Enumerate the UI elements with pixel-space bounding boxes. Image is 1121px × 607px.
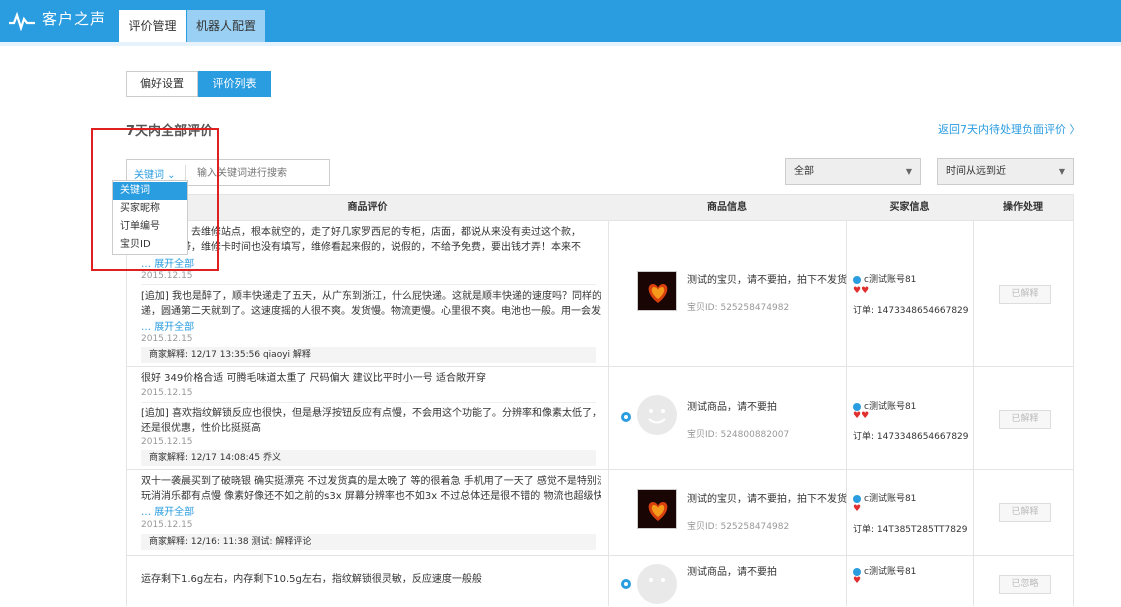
dropdown-item-keyword[interactable]: 关键词 (113, 182, 187, 200)
app-title: 客户之声 (42, 10, 107, 28)
subtab-review-list[interactable]: 评价列表 (198, 71, 271, 97)
product-name[interactable]: 测试的宝贝，请不要拍，拍下不发货 (687, 271, 847, 286)
review-text: 很好 349价格合适 可腾毛味道太重了 尺码偏大 建议比平时小一号 适合敞开穿 (141, 373, 486, 384)
wangwang-icon (853, 275, 861, 284)
tab-robot-config[interactable]: 机器人配置 (187, 10, 265, 42)
table-row: 运存剩下1.6g左右，内存剩下10.5g左右，指纹解锁很灵敏，反应速度一般般 测… (126, 556, 1074, 606)
column-divider (973, 367, 974, 469)
expand-all-link[interactable]: … 展开全部 (141, 318, 194, 333)
column-divider (608, 367, 609, 469)
review-text: 玩消消乐都有点慢 像素好像还不如之前的s3x 屏幕分辨率也不如3x 不过总体还是… (141, 491, 601, 502)
column-divider (608, 470, 609, 555)
followup-date: 2015.12.15 (141, 437, 193, 447)
followup-text: 还是很优惠，性价比挺挺高 (141, 423, 261, 434)
logo-icon (9, 11, 35, 31)
search-input[interactable] (197, 165, 325, 181)
column-divider (973, 221, 974, 366)
select-radio[interactable] (621, 579, 631, 589)
table-header: 商品评价 商品信息 买家信息 操作处理 (126, 194, 1074, 221)
keyword-type-dropdown: 关键词 买家昵称 订单编号 宝贝ID (112, 180, 188, 255)
return-negative-reviews-link[interactable]: 返回7天内待处理负面评价 〉 (938, 121, 1081, 137)
order-number: 订单: 1473348654667829 (853, 432, 969, 442)
review-text: 运存剩下1.6g左右，内存剩下10.5g左右，指纹解锁很灵敏，反应速度一般般 (141, 574, 482, 585)
column-divider (846, 556, 847, 606)
column-divider (608, 221, 609, 366)
column-divider (846, 221, 847, 366)
action-button[interactable]: 已忽略 (999, 575, 1051, 594)
column-divider (846, 367, 847, 469)
product-thumbnail[interactable] (637, 271, 677, 311)
dropdown-item-order-number[interactable]: 订单编号 (113, 218, 187, 236)
divider (185, 165, 186, 181)
heart-fire-image (638, 272, 676, 310)
column-header-product: 商品信息 (707, 202, 747, 213)
action-button[interactable]: 已解释 (999, 503, 1051, 522)
caret-down-icon: ▼ (905, 167, 912, 176)
order-number: 订单: 14T385T285TT7829 (853, 525, 968, 535)
table-row: 双十一袭晨买到了破晓银 确实挺漂亮 不过发货真的是太晚了 等的很着急 手机用了一… (126, 470, 1074, 556)
tab-underline (0, 42, 1121, 46)
product-thumbnail[interactable] (637, 489, 677, 529)
column-header-buyer: 买家信息 (889, 202, 930, 213)
dropdown-item-item-id[interactable]: 宝贝ID (113, 236, 187, 254)
buyer-nick: c测试账号81 (853, 564, 916, 577)
heart-rating-icon: ♥ (853, 504, 862, 514)
followup-text: 递，圆通第二天就到了。这速度摇的人很不爽。发货慢。物流更慢。心里很不爽。电池也一… (141, 306, 601, 317)
merchant-reply: 商家解释: 12/17 14:08:45 乔义 (141, 450, 596, 466)
column-header-review: 商品评价 (347, 202, 388, 213)
review-date: 2015.12.15 (141, 271, 193, 281)
order-number: 订单: 1473348654667829 (853, 306, 969, 316)
buyer-nick: c测试账号81 (853, 272, 916, 285)
product-name[interactable]: 测试商品，请不要拍 (687, 563, 777, 578)
sort-select[interactable]: 时间从远到近 ▼ (937, 158, 1074, 185)
keyword-type-select[interactable]: 关键词 ⌄ (134, 166, 176, 181)
merchant-reply: 商家解释: 12/17 13:35:56 qiaoyi 解释 (141, 347, 596, 363)
expand-all-link[interactable]: … 展开全部 (141, 503, 194, 518)
dropdown-item-buyer-nick[interactable]: 买家昵称 (113, 200, 187, 218)
product-name[interactable]: 测试的宝贝，请不要拍，拍下不发货 (687, 490, 847, 505)
divider (141, 402, 596, 403)
heart-rating-icon: ♥♥ (853, 286, 870, 296)
expand-all-link[interactable]: … 展开全部 (141, 255, 194, 270)
heart-rating-icon: ♥ (853, 576, 862, 586)
review-date: 2015.12.15 (141, 388, 193, 398)
heart-rating-icon: ♥♥ (853, 411, 870, 421)
column-divider (608, 556, 609, 606)
caret-down-icon: ▼ (1058, 167, 1065, 176)
wangwang-icon (853, 494, 861, 503)
followup-date: 2015.12.15 (141, 334, 193, 344)
merchant-reply: 商家解释: 12/16: 11:38 测试: 解释评论 (141, 534, 596, 550)
section-title: 7天内全部评价 (126, 124, 214, 139)
action-button[interactable]: 已解释 (999, 285, 1051, 304)
smiley-face-icon (649, 578, 665, 582)
smiley-face-icon (648, 409, 666, 424)
product-name[interactable]: 测试商品，请不要拍 (687, 398, 777, 413)
table-row: 很好 349价格合适 可腾毛味道太重了 尺码偏大 建议比平时小一号 适合敞开穿 … (126, 367, 1074, 470)
heart-fire-image (638, 490, 676, 528)
column-header-action: 操作处理 (1003, 202, 1043, 213)
wangwang-icon (853, 567, 861, 576)
select-radio[interactable] (621, 412, 631, 422)
column-divider (846, 470, 847, 555)
product-id: 宝贝ID: 525258474982 (687, 303, 790, 313)
subtab-preferences[interactable]: 偏好设置 (126, 71, 198, 97)
product-placeholder-image[interactable] (637, 395, 677, 435)
action-button[interactable]: 已解释 (999, 410, 1051, 429)
product-id: 宝贝ID: 525258474982 (687, 522, 790, 532)
wangwang-icon (853, 402, 861, 411)
tab-review-management[interactable]: 评价管理 (119, 10, 186, 42)
review-text: 工具弄表带，维修卡时间也没有填写，维修看起来假的，说假的，不给予免费，要出钱才弄… (141, 242, 581, 253)
review-date: 2015.12.15 (141, 520, 193, 530)
product-id: 宝贝ID: 524800882007 (687, 430, 790, 440)
table-row: 弄个表带，去维修站点，根本就空的，走了好几家罗西尼的专柜，店面，都说从来没有卖过… (126, 221, 1074, 367)
column-divider (973, 470, 974, 555)
divider (141, 284, 596, 285)
top-bar: 客户之声 评价管理 机器人配置 (0, 0, 1121, 42)
column-divider (973, 556, 974, 606)
buyer-nick: c测试账号81 (853, 491, 916, 504)
status-filter-select[interactable]: 全部 ▼ (785, 158, 921, 185)
product-placeholder-image[interactable] (637, 564, 677, 604)
